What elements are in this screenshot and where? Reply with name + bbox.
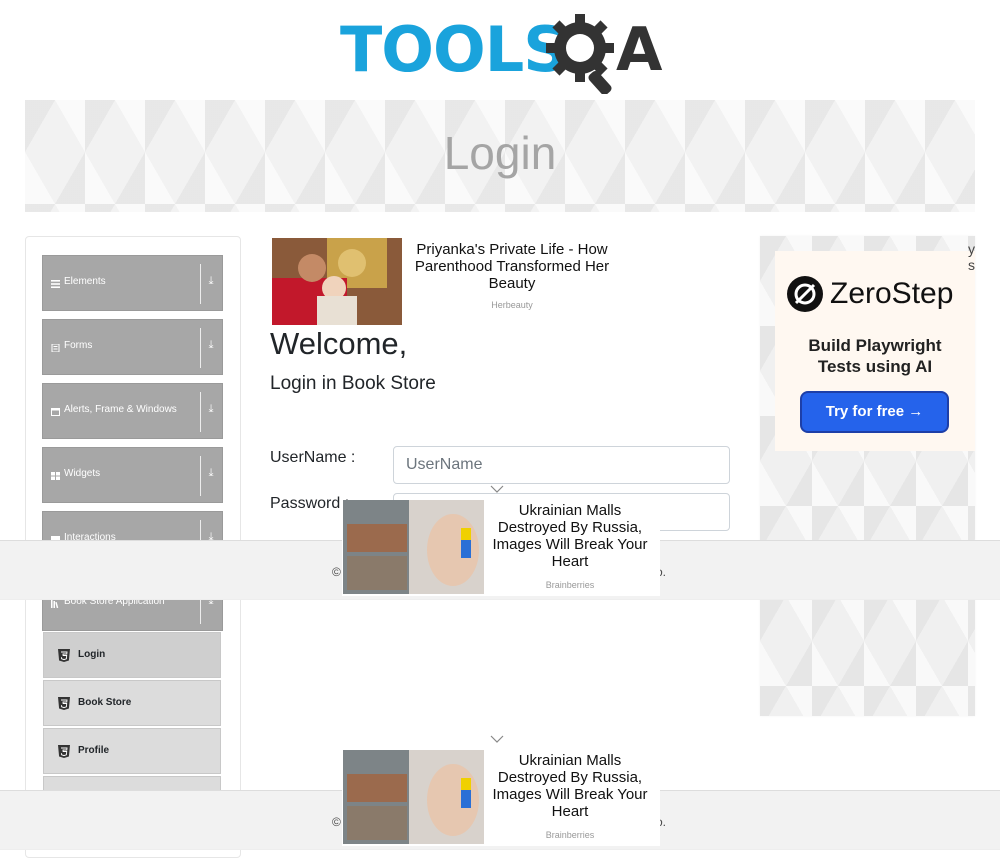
sidebar-item-label: Book Store [78,697,132,708]
grid-icon [51,472,60,480]
ad-tagline-line: Tests using AI [817,357,933,376]
popup-ad[interactable]: Ukrainian Malls Destroyed By Russia, Ima… [342,500,660,596]
popup-ad-title[interactable]: Ukrainian Malls Destroyed By Russia, Ima… [486,502,654,570]
sidebar-item-login[interactable]: Login [43,632,221,678]
ad-edge-text: y [968,241,975,257]
html5-icon [58,697,70,710]
download-icon[interactable]: ⤓ [204,403,218,419]
logo-suffix: A [616,15,663,85]
username-label: UserName : [270,449,356,466]
footer-text-left: © [332,815,341,829]
password-label: Password : [270,495,350,512]
divider [200,264,201,304]
html5-icon [58,745,70,758]
book-icon [51,600,59,608]
sidebar-group-label: Alerts, Frame & Windows [64,404,177,415]
popup-ad[interactable]: Ukrainian Malls Destroyed By Russia, Ima… [342,750,660,846]
window-icon [51,408,60,416]
ad-image [343,500,484,594]
popup-ad-title[interactable]: Ukrainian Malls Destroyed By Russia, Ima… [486,752,654,820]
download-icon[interactable]: ⤓ [204,339,218,355]
ad-card[interactable]: ZeroStep Build Playwright Tests using AI… [775,251,975,451]
download-icon[interactable]: ⤓ [204,467,218,483]
ad-brand: ZeroStep [830,277,954,310]
logo-text: TOOLS [340,13,568,86]
chevron-down-icon[interactable] [490,484,504,494]
zerostep-logo-icon [787,276,823,312]
sidebar-item-profile[interactable]: Profile [43,728,221,774]
popup-ad-source: Brainberries [545,580,595,590]
sponsored-ad[interactable]: Priyanka's Private Life - How Parenthood… [272,238,646,326]
sidebar-item-label: Login [78,649,106,660]
ad-image [272,238,402,325]
sidebar-group-elements[interactable]: Elements ⤓ [42,255,223,311]
sidebar-group-label: Widgets [64,468,101,479]
ad-source: Herbeauty [491,300,533,310]
page-banner: Login [25,100,975,212]
sidebar-group-forms[interactable]: Forms ⤓ [42,319,223,375]
sidebar-group-label: Elements [64,276,106,287]
username-input[interactable] [393,446,730,484]
ad-edge-text: s [968,257,975,273]
divider [200,392,201,432]
ad-title[interactable]: Priyanka's Private Life - How Parenthood… [406,241,618,292]
page-title: Login [443,127,557,179]
form-icon [51,344,60,352]
try-free-button[interactable]: Try for free → [802,393,947,431]
divider [200,328,201,368]
list-icon [51,280,60,288]
sidebar-item-label: Profile [78,745,110,756]
ad-tagline-line: Build Playwright [808,336,942,355]
login-subheading: Login in Book Store [270,373,436,394]
ad-image [343,750,484,844]
ad-tagline: Build Playwright Tests using AI [775,335,975,377]
welcome-heading: Welcome, [270,326,408,361]
footer-text-left: © [332,565,341,579]
chevron-down-icon[interactable] [490,734,504,744]
sidebar-group-widgets[interactable]: Widgets ⤓ [42,447,223,503]
sidebar-group-alerts[interactable]: Alerts, Frame & Windows ⤓ [42,383,223,439]
divider [200,456,201,496]
toolsqa-logo[interactable]: TOOLS A [340,14,665,94]
sidebar-item-book-store[interactable]: Book Store [43,680,221,726]
html5-icon [58,649,70,662]
sidebar-group-label: Forms [64,340,93,351]
popup-ad-source: Brainberries [545,830,595,840]
download-icon[interactable]: ⤓ [204,275,218,291]
zerostep-ad[interactable]: ZeroStep Build Playwright Tests using AI… [760,236,975,716]
